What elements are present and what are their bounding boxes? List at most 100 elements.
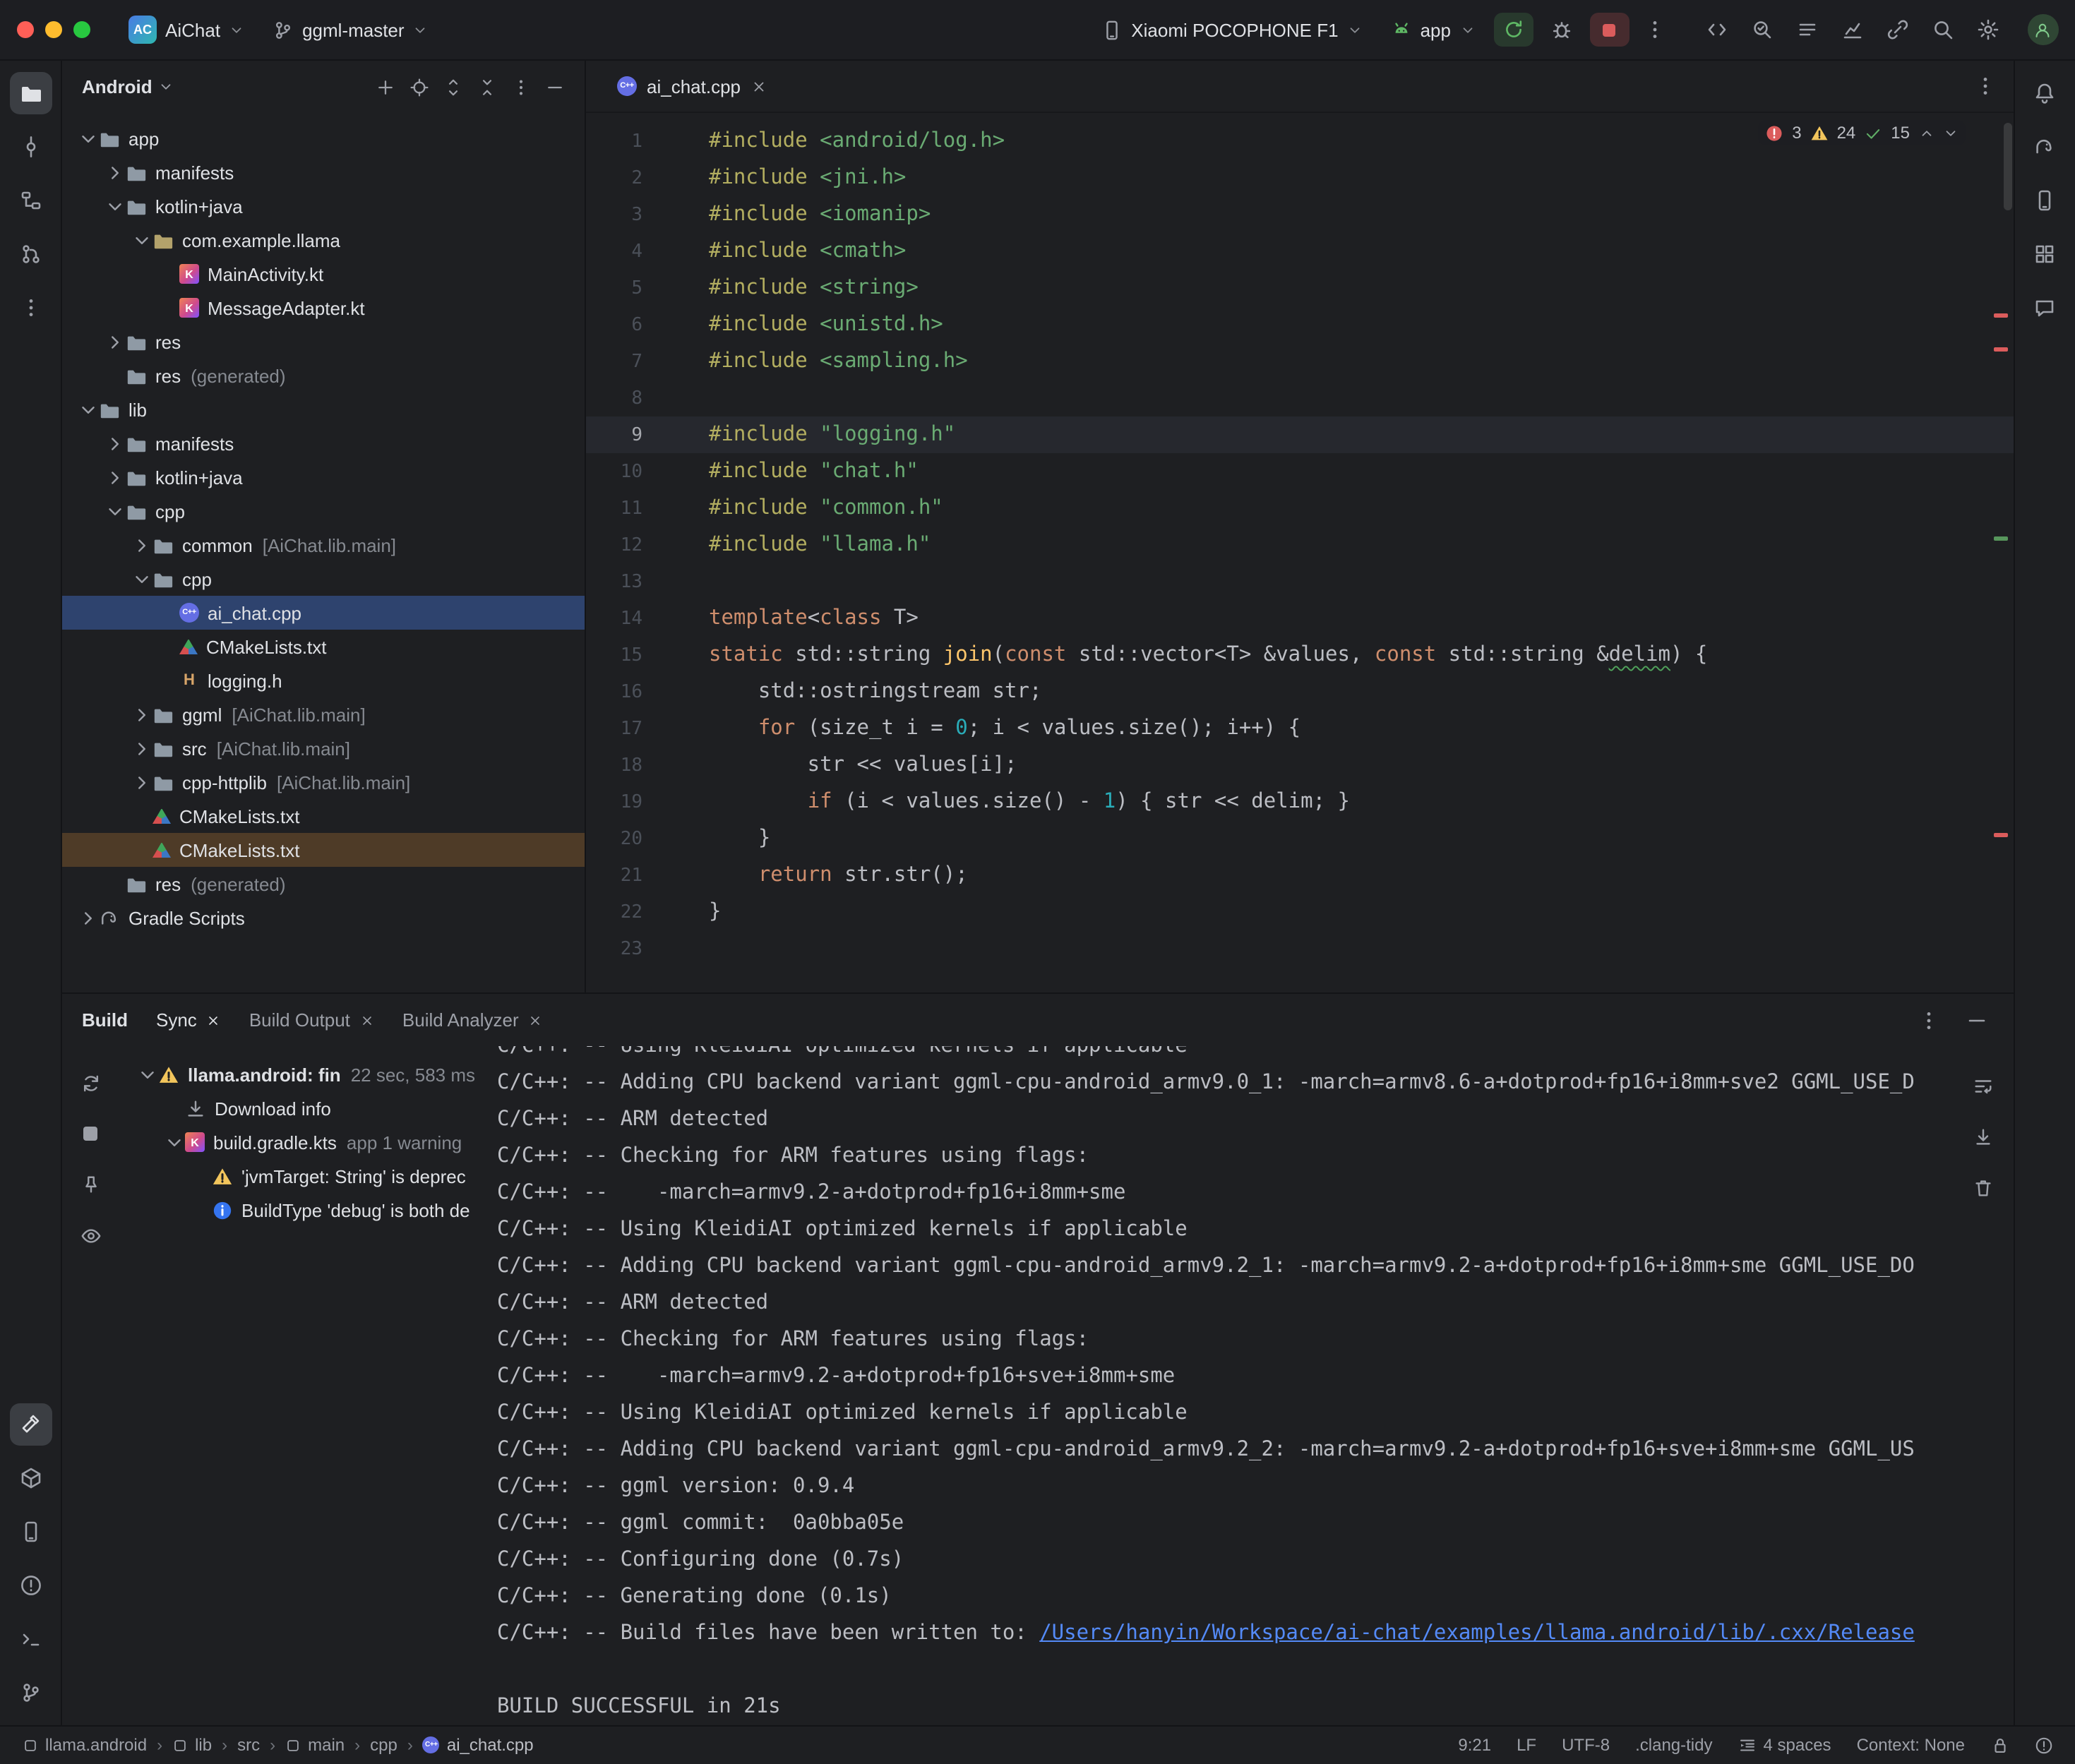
device-explorer-tool-button[interactable] bbox=[9, 1510, 52, 1552]
breadcrumb-src[interactable]: src bbox=[237, 1735, 260, 1755]
error-stripe-mark[interactable] bbox=[1993, 347, 2007, 352]
debug-button[interactable] bbox=[1541, 13, 1581, 47]
expand-all-button[interactable] bbox=[438, 71, 469, 102]
vcs-branch-selector[interactable]: ggml-master bbox=[263, 15, 438, 44]
soft-wrap-button[interactable] bbox=[1966, 1069, 2000, 1103]
sync-item-download-info[interactable]: Download info bbox=[119, 1091, 497, 1125]
breadcrumb-lib[interactable]: lib bbox=[172, 1735, 212, 1755]
commit-tool-button[interactable] bbox=[9, 126, 52, 168]
profiler-button[interactable] bbox=[1835, 13, 1869, 47]
breadcrumb-cpp[interactable]: cpp bbox=[370, 1735, 397, 1755]
tree-item-gradle-scripts[interactable]: Gradle Scripts bbox=[62, 901, 585, 935]
editor-options-button[interactable] bbox=[1968, 69, 2002, 103]
macos-close-button[interactable] bbox=[17, 21, 34, 38]
tree-item-manifests[interactable]: manifests bbox=[62, 426, 585, 460]
device-selector[interactable]: Xiaomi POCOPHONE F1 bbox=[1092, 15, 1372, 44]
tree-item-app[interactable]: app bbox=[62, 121, 585, 155]
code-line-12[interactable]: 12#include "llama.h" bbox=[586, 527, 2013, 563]
tree-item-messageadapter-kt[interactable]: KMessageAdapter.kt bbox=[62, 291, 585, 325]
gradle-tool-button[interactable] bbox=[2023, 126, 2066, 168]
more-tool-windows-button[interactable] bbox=[9, 287, 52, 329]
code-line-3[interactable]: 3#include <iomanip> bbox=[586, 196, 2013, 233]
indent-style[interactable]: 4 spaces bbox=[1738, 1735, 1831, 1755]
app-insights-tool-button[interactable] bbox=[2023, 287, 2066, 329]
version-control-tool-button[interactable] bbox=[9, 1671, 52, 1713]
code-line-15[interactable]: 15static std::string join(const std::vec… bbox=[586, 637, 2013, 673]
code-line-9[interactable]: 9#include "logging.h" bbox=[586, 416, 2013, 453]
context-selector[interactable]: Context: None bbox=[1857, 1735, 1965, 1755]
code-line-19[interactable]: 19 if (i < values.size() - 1) { str << d… bbox=[586, 784, 2013, 820]
scroll-to-end-button[interactable] bbox=[1966, 1120, 2000, 1153]
run-config-selector[interactable]: app bbox=[1381, 15, 1485, 44]
more-run-actions-button[interactable] bbox=[1637, 13, 1671, 47]
build-path-link[interactable]: /Users/hanyin/Workspace/ai-chat/examples… bbox=[1039, 1622, 1915, 1645]
inspect-code-button[interactable] bbox=[1745, 13, 1778, 47]
settings-button[interactable] bbox=[1971, 13, 2004, 47]
code-area[interactable]: 1#include <android/log.h>2#include <jni.… bbox=[586, 113, 2013, 992]
stop-sync-button[interactable] bbox=[73, 1117, 107, 1151]
code-line-18[interactable]: 18 str << values[i]; bbox=[586, 747, 2013, 784]
terminal-tool-button[interactable] bbox=[9, 1617, 52, 1660]
code-line-21[interactable]: 21 return str.str(); bbox=[586, 857, 2013, 894]
file-encoding[interactable]: UTF-8 bbox=[1562, 1735, 1610, 1755]
panel-options-button[interactable] bbox=[506, 71, 537, 102]
structure-tool-button[interactable] bbox=[9, 179, 52, 222]
tree-item-src[interactable]: src[AiChat.lib.main] bbox=[62, 731, 585, 765]
locate-file-button[interactable] bbox=[404, 71, 435, 102]
tree-item-mainactivity-kt[interactable]: KMainActivity.kt bbox=[62, 257, 585, 291]
code-line-22[interactable]: 22} bbox=[586, 894, 2013, 930]
macos-minimize-button[interactable] bbox=[45, 21, 62, 38]
tree-item-cpp-httplib[interactable]: cpp-httplib[AiChat.lib.main] bbox=[62, 765, 585, 799]
breadcrumb-llama-android[interactable]: llama.android bbox=[23, 1735, 147, 1755]
next-problem-icon[interactable] bbox=[1942, 125, 1958, 140]
code-line-23[interactable]: 23 bbox=[586, 930, 2013, 967]
search-everywhere-button[interactable] bbox=[1925, 13, 1959, 47]
todo-list-button[interactable] bbox=[1790, 13, 1824, 47]
code-tools-button[interactable] bbox=[1699, 13, 1733, 47]
tree-item-kotlin-java[interactable]: kotlin+java bbox=[62, 189, 585, 223]
editor-scrollbar[interactable] bbox=[2003, 123, 2011, 210]
collapse-all-button[interactable] bbox=[472, 71, 503, 102]
tree-item-com-example-llama[interactable]: com.example.llama bbox=[62, 223, 585, 257]
tab-sync[interactable]: Sync bbox=[156, 994, 221, 1046]
code-line-17[interactable]: 17 for (size_t i = 0; i < values.size();… bbox=[586, 710, 2013, 747]
re-sync-button[interactable] bbox=[73, 1066, 107, 1100]
tree-item-ggml[interactable]: ggml[AiChat.lib.main] bbox=[62, 697, 585, 731]
add-button[interactable] bbox=[370, 71, 401, 102]
close-tab-icon[interactable] bbox=[529, 1013, 543, 1027]
sync-item-buildtype-debug-is-both-de[interactable]: BuildType 'debug' is both de bbox=[119, 1193, 497, 1227]
tree-item-res[interactable]: res(generated) bbox=[62, 359, 585, 392]
code-line-4[interactable]: 4#include <cmath> bbox=[586, 233, 2013, 270]
project-selector[interactable]: AC AiChat bbox=[119, 11, 254, 48]
inspections-widget[interactable]: 3 24 15 bbox=[1758, 120, 1965, 145]
code-line-7[interactable]: 7#include <sampling.h> bbox=[586, 343, 2013, 380]
project-tool-button[interactable] bbox=[9, 72, 52, 114]
view-options-button[interactable] bbox=[73, 1218, 107, 1252]
editor-tab-ai-chat-cpp[interactable]: C++ ai_chat.cpp bbox=[603, 61, 780, 112]
resource-manager-tool-button[interactable] bbox=[2023, 233, 2066, 275]
device-link-button[interactable] bbox=[1880, 13, 1914, 47]
cursor-position[interactable]: 9:21 bbox=[1458, 1735, 1491, 1755]
line-separator[interactable]: LF bbox=[1517, 1735, 1536, 1755]
hide-build-panel-button[interactable] bbox=[1959, 1003, 1993, 1037]
clear-all-button[interactable] bbox=[1966, 1170, 2000, 1204]
tree-item-cpp[interactable]: cpp bbox=[62, 494, 585, 528]
build-tool-button[interactable] bbox=[9, 1403, 52, 1445]
device-manager-tool-button[interactable] bbox=[2023, 179, 2066, 222]
pull-requests-tool-button[interactable] bbox=[9, 233, 52, 275]
tree-item-res[interactable]: res bbox=[62, 325, 585, 359]
hide-panel-button[interactable] bbox=[539, 71, 570, 102]
code-line-20[interactable]: 20 } bbox=[586, 820, 2013, 857]
code-line-13[interactable]: 13 bbox=[586, 563, 2013, 600]
tree-item-cmakelists-txt[interactable]: CMakeLists.txt bbox=[62, 630, 585, 664]
vcs-stripe-mark[interactable] bbox=[1993, 536, 2007, 541]
macos-zoom-button[interactable] bbox=[73, 21, 90, 38]
tree-item-cpp[interactable]: cpp bbox=[62, 562, 585, 596]
breadcrumb-main[interactable]: main bbox=[285, 1735, 345, 1755]
tree-item-cmakelists-txt[interactable]: CMakeLists.txt bbox=[62, 799, 585, 833]
build-window-title[interactable]: Build bbox=[82, 1009, 128, 1031]
code-line-14[interactable]: 14template<class T> bbox=[586, 600, 2013, 637]
code-line-6[interactable]: 6#include <unistd.h> bbox=[586, 306, 2013, 343]
tree-item-kotlin-java[interactable]: kotlin+java bbox=[62, 460, 585, 494]
sync-item-llama-android-fin[interactable]: llama.android: fin22 sec, 583 ms bbox=[119, 1057, 497, 1091]
